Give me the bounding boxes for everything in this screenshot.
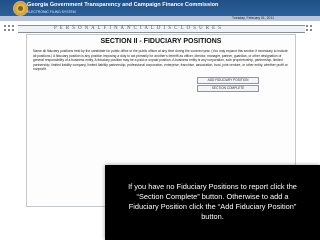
left-decorative-dots [4, 24, 18, 32]
section-complete-button[interactable]: SECTION COMPLETE [197, 85, 259, 92]
callout-text: If you have no Fiduciary Positions to re… [128, 182, 297, 221]
right-decorative-dots [306, 24, 316, 32]
header-title: Georgia Government Transparency and Camp… [27, 2, 219, 8]
section-title: SECTION II - FIDUCIARY POSITIONS [100, 38, 222, 45]
section-description: Name all fiduciary positions held by the… [33, 49, 288, 71]
date-bar: Tuesday, February 01, 2011 [0, 16, 320, 21]
instruction-callout: If you have no Fiduciary Positions to re… [105, 165, 320, 240]
georgia-seal-icon [13, 1, 28, 16]
section-banner: P E R S O N A L F I N A N C I A L D I S … [18, 25, 305, 33]
header-subtitle: ELECTRONIC FILING SYSTEM [27, 9, 76, 14]
app-header: Georgia Government Transparency and Camp… [0, 0, 320, 16]
seal-center [18, 6, 23, 11]
section-banner-label: P E R S O N A L F I N A N C I A L D I S … [54, 26, 222, 32]
current-date: Tuesday, February 01, 2011 [232, 16, 274, 21]
add-fiduciary-position-button[interactable]: ADD FIDUCIARY POSITION [197, 77, 259, 84]
